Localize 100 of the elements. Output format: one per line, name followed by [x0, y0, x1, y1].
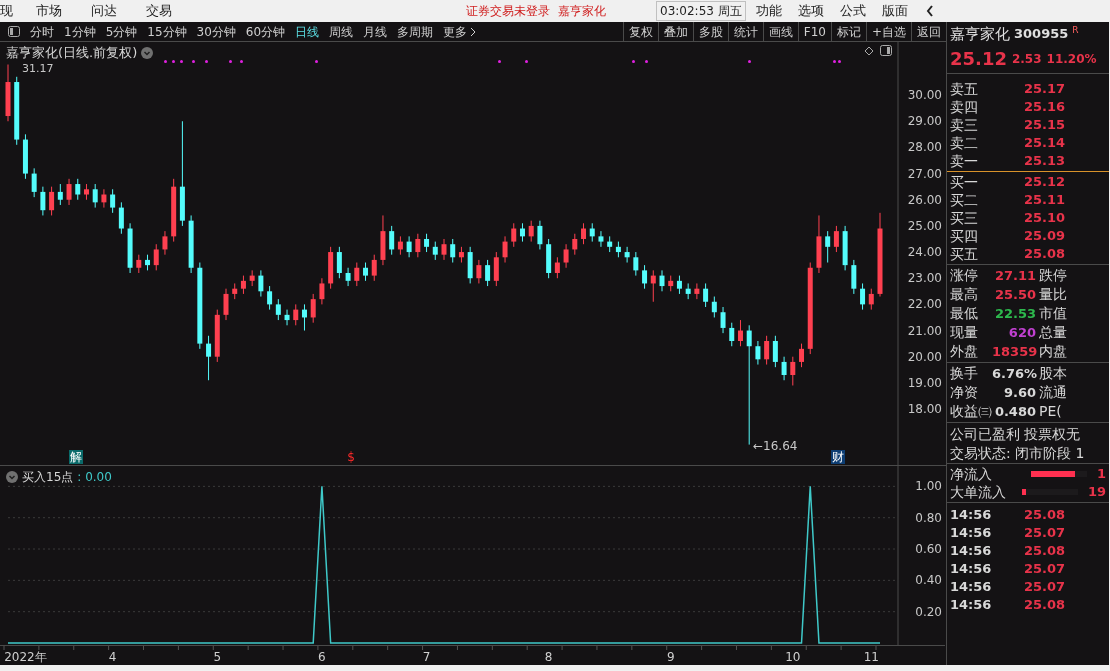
menu-item[interactable]: 问达	[91, 1, 146, 21]
collapse-left-icon[interactable]	[925, 5, 934, 17]
candlestick	[363, 262, 369, 282]
trade-time: 14:56	[950, 506, 993, 525]
price-axis-label: 28.00	[907, 140, 942, 155]
period-tab[interactable]: 多周期	[397, 22, 434, 41]
clock: 03:02:53 周五	[656, 1, 746, 21]
period-tab[interactable]: 5分钟	[105, 22, 138, 41]
event-marker[interactable]: 解	[69, 450, 83, 464]
indicator-axis-label: 1.00	[915, 479, 942, 494]
ask-price: 25.17	[1024, 80, 1066, 99]
tool-button[interactable]: 统计	[727, 22, 763, 41]
candlestick	[511, 222, 517, 248]
candlestick	[267, 285, 273, 311]
bid-label: 买三	[950, 208, 979, 228]
period-tab[interactable]: 周线	[329, 22, 354, 41]
tool-button[interactable]: +自选	[865, 22, 911, 41]
candlestick	[598, 230, 604, 248]
candlestick	[75, 178, 81, 201]
candlestick	[258, 269, 264, 298]
candlestick	[336, 246, 342, 279]
price-axis-label: 19.00	[907, 375, 942, 390]
menu-item[interactable]: 版面	[881, 1, 908, 21]
stat-label: 最高	[950, 285, 979, 304]
candlestick	[223, 288, 229, 321]
trade-time: 14:56	[950, 578, 993, 597]
status-note: 交易状态: 闭市阶段 1	[949, 444, 1086, 462]
date-axis-label: 9	[666, 650, 675, 664]
low-price-label: ←16.64	[753, 439, 798, 453]
period-tab[interactable]: 60分钟	[245, 22, 286, 41]
ask-label: 卖一	[950, 151, 979, 171]
tool-button[interactable]: F10	[797, 22, 831, 41]
candlestick	[694, 282, 700, 300]
period-tab[interactable]: 分时	[30, 22, 54, 41]
menu-item[interactable]: 公式	[839, 1, 866, 21]
event-marker[interactable]: $	[347, 450, 355, 464]
candlestick	[833, 225, 839, 253]
event-marker[interactable]: 财	[831, 450, 845, 464]
ask-price: 25.13	[1024, 152, 1066, 171]
price-axis-label: 27.00	[907, 166, 942, 181]
stat-value: 620	[1007, 323, 1036, 342]
candlestick	[781, 356, 787, 381]
tool-button[interactable]: 多股	[692, 22, 728, 41]
menu-item[interactable]: 功能	[755, 1, 782, 21]
stat-label: 涨停	[950, 266, 979, 285]
menu-item[interactable]: 交易	[146, 1, 201, 21]
candlestick	[485, 259, 491, 287]
bid-price: 25.09	[1024, 227, 1066, 246]
date-axis-label: 10	[785, 650, 801, 664]
candlestick	[354, 262, 360, 287]
ask-label: 卖二	[950, 133, 979, 153]
candlestick	[441, 238, 447, 261]
stock-code: 300955	[1014, 25, 1069, 44]
trade-price: 25.08	[1024, 542, 1066, 561]
chart-title: 嘉亨家化(日线.前复权)	[6, 44, 138, 62]
indicator-value: : 0.00	[77, 469, 112, 486]
flow-value: 19	[1087, 483, 1106, 502]
tool-button[interactable]: 标记	[830, 22, 866, 41]
price-axis-label: 24.00	[907, 245, 942, 260]
ask-label: 卖四	[950, 97, 979, 117]
period-tab[interactable]: 30分钟	[196, 22, 236, 41]
candlestick	[650, 269, 656, 303]
candlestick	[589, 222, 595, 243]
tool-button[interactable]: 叠加	[657, 22, 693, 41]
menu-item[interactable]: 选项	[797, 1, 824, 21]
candlestick	[284, 309, 290, 326]
candlestick	[572, 233, 578, 256]
candlestick	[537, 220, 543, 250]
tool-button[interactable]: 复权	[622, 22, 658, 41]
sidebar-toggle-icon[interactable]	[8, 26, 20, 37]
stat-label: 现量	[950, 323, 979, 342]
collapse-icon[interactable]	[141, 46, 154, 59]
candlestick	[57, 183, 63, 206]
diamond-icon[interactable]	[864, 46, 874, 56]
period-tab[interactable]: 1分钟	[64, 22, 96, 41]
period-tab[interactable]: 15分钟	[147, 22, 187, 41]
candlestick	[624, 246, 630, 264]
candlestick	[729, 322, 735, 347]
tool-button[interactable]: 画线	[762, 22, 798, 41]
menu-item[interactable]: 现	[0, 1, 36, 21]
candlestick	[397, 235, 403, 256]
panel-toggle-icon[interactable]	[880, 45, 892, 56]
candlestick	[66, 178, 72, 206]
indicator-axis-label: 0.20	[915, 604, 942, 619]
candlestick	[554, 256, 560, 279]
candlestick	[755, 340, 761, 366]
date-axis-label: 11	[863, 650, 879, 664]
collapse-icon[interactable]	[6, 471, 18, 483]
ask-label: 卖三	[950, 115, 979, 135]
candlestick	[860, 282, 866, 311]
candlestick	[389, 225, 395, 256]
period-tab[interactable]: 日线	[295, 22, 320, 41]
candlestick	[772, 335, 778, 368]
period-tab[interactable]: 更多	[443, 22, 477, 41]
candlestick	[310, 293, 316, 324]
menu-item[interactable]: 市场	[36, 1, 91, 21]
login-status: 证券交易未登录	[466, 3, 550, 20]
candlestick	[476, 259, 482, 284]
stat-label: 净资	[950, 383, 979, 402]
period-tab[interactable]: 月线	[363, 22, 388, 41]
